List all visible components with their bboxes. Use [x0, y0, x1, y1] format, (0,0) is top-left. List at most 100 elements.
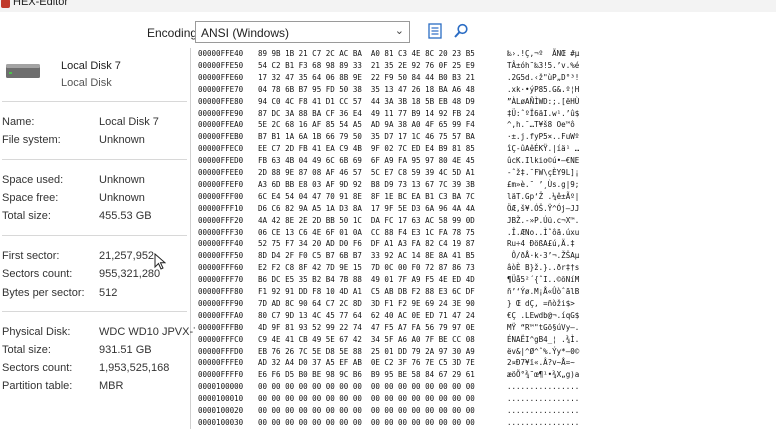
- title-bar: HEX-Editor: [0, 0, 776, 12]
- hex-ascii[interactable]: ‰›.!Ç,¬º ÃNŒ #µ: [507, 48, 579, 60]
- hex-offset: 00000FFF90: [198, 298, 244, 308]
- hex-offset: 00000FFFD0: [198, 346, 244, 356]
- hex-ascii[interactable]: MŸ “R™"tGõ§úVy—.: [507, 322, 579, 334]
- hex-ascii[interactable]: Ru÷4 ­ÐößΑ£ú‚Ä.‡: [507, 238, 575, 250]
- hex-ascii[interactable]: ”ÀLøAÑÌWD:;.[ëHÙ: [507, 96, 579, 108]
- hex-bytes[interactable]: 89 9B 1B 21 C7 2C AC BA A0 81 C3 4E 8C 2…: [258, 48, 475, 60]
- disk-info-panel: Local Disk 7 Local Disk Name: Local Disk…: [0, 48, 205, 429]
- hex-ascii[interactable]: ................: [507, 393, 579, 405]
- hex-ascii[interactable]: ................: [507, 405, 579, 417]
- hex-ascii[interactable]: ûcK.Ilkio©ú•—€NE: [507, 155, 579, 167]
- prop-value: 21,257,952: [99, 250, 155, 262]
- hex-bytes[interactable]: 00 00 00 00 00 00 00 00 00 00 00 00 00 0…: [258, 393, 475, 405]
- hex-bytes[interactable]: B6 DC E5 35 B2 B4 7B 88 49 01 7F A9 F5 4…: [258, 274, 475, 286]
- hex-ascii[interactable]: läT.Gp‘Ž .¼ê±Ãº|: [507, 191, 579, 203]
- prop-label: Space used:: [2, 174, 64, 186]
- hex-ascii[interactable]: ................: [507, 381, 579, 393]
- prop-physical-total-size: Total size: 931.51 GB: [2, 344, 192, 360]
- hex-bytes[interactable]: 2D 88 9E 87 08 AF 46 57 5C E7 C8 59 39 4…: [258, 167, 475, 179]
- hex-ascii[interactable]: .Î.ÆNo..Ìˆôã.úxu: [507, 227, 579, 239]
- hex-bytes[interactable]: E2 F2 C8 8F 42 7D 9E 15 7D 0C 00 F0 72 8…: [258, 262, 475, 274]
- hex-bytes[interactable]: 80 C7 9D 13 4C 45 77 64 62 40 AC 0E ED 7…: [258, 310, 475, 322]
- hex-bytes[interactable]: 00 00 00 00 00 00 00 00 00 00 00 00 00 0…: [258, 381, 475, 393]
- hex-bytes[interactable]: 52 75 F7 34 20 AD D0 F6 DF A1 A3 FA 82 C…: [258, 238, 475, 250]
- hex-ascii[interactable]: ¶Üå5²´{ˆI..©õNíM: [507, 274, 579, 286]
- disk-title: Local Disk 7: [61, 60, 121, 72]
- hex-offset: 00000FFF70: [198, 275, 244, 285]
- hex-view[interactable]: 00000FFE40 89 9B 1B 21 C7 2C AC BA A0 81 …: [195, 48, 776, 429]
- hex-bytes[interactable]: 04 78 6B B7 95 FD 50 38 35 13 47 26 18 B…: [258, 84, 475, 96]
- hex-bytes[interactable]: AD 32 A4 D0 37 A5 EF AB 0E C2 3F 76 7E C…: [258, 357, 475, 369]
- chevron-down-icon: ⌄: [394, 25, 404, 37]
- hex-bytes[interactable]: 7D AD 8C 90 64 C7 2C 8D 3D F1 F2 9E 69 2…: [258, 298, 475, 310]
- document-icon[interactable]: [426, 22, 444, 40]
- prop-label: Space free:: [2, 192, 59, 204]
- hex-offset: 00000FFF50: [198, 251, 244, 261]
- hex-ascii[interactable]: £m»è.¯ ’¸Ùs.g|9;: [507, 179, 579, 191]
- hex-ascii[interactable]: ­2¤Ð7¥ï«.Â?v~Å=~: [507, 357, 575, 369]
- hex-offset: 0000100020: [198, 406, 244, 415]
- hex-ascii[interactable]: .2G5d.‹ž"ùP„D°³!: [507, 72, 579, 84]
- hex-offset: 00000FFE60: [198, 72, 244, 82]
- hex-ascii[interactable]: JBŽ.-»P.Úü.c¬X™.: [507, 215, 579, 227]
- hex-bytes[interactable]: C9 4E 41 CB 49 5E 67 42 34 5F A6 A0 7F B…: [258, 334, 475, 346]
- hex-bytes[interactable]: A3 6D BB E8 03 AF 9D 92 B8 D9 73 13 67 7…: [258, 179, 475, 191]
- hex-offset: 00000FFE40: [198, 49, 244, 58]
- disk-subtitle: Local Disk: [61, 77, 112, 89]
- hex-bytes[interactable]: F1 92 91 DD F8 10 4D A1 C5 AB DB F2 88 E…: [258, 286, 475, 298]
- hex-ascii[interactable]: îÇ-ûAêÉKŸ.|íä¹ …: [507, 143, 579, 155]
- hex-bytes[interactable]: 4A 42 8E 2E 2D BB 50 1C DA FC 17 63 AC 5…: [258, 215, 475, 227]
- hex-ascii[interactable]: ^,h.¯…T¥­š8 Oe™ô: [507, 119, 575, 131]
- hex-ascii[interactable]: ëv&|^Ø^ˆ%.Ýy*—0©: [507, 346, 579, 358]
- hex-offset: 00000FFE90: [198, 108, 244, 118]
- hex-ascii[interactable]: ÉNAËI^gB4_¦ .¾Ì.: [507, 334, 579, 346]
- prop-value: 512: [99, 287, 118, 299]
- hex-bytes[interactable]: D6 C6 82 9A A5 1A D3 8A 17 9F 5E D3 6A 9…: [258, 203, 475, 215]
- hex-bytes[interactable]: 6C E4 54 04 47 70 91 8E 8F 1E BC EA B1 C…: [258, 191, 475, 203]
- prop-label: Partition table:: [2, 380, 73, 392]
- prop-label: Name:: [2, 116, 35, 128]
- hex-bytes[interactable]: 17 32 47 35 64 06 8B 9E 22 F9 50 84 44 B…: [258, 72, 475, 84]
- hex-bytes[interactable]: 8D D4 2F F0 C5 B7 6B B7 33 92 AC 14 8E 8…: [258, 250, 475, 262]
- prop-space-free: Space free: Unknown: [2, 192, 192, 208]
- encoding-label: Encoding: [147, 26, 198, 40]
- hex-ascii[interactable]: ÖÆ‚š¥.ÓŠ.Ÿ^Ój–JJ: [507, 203, 579, 215]
- hex-offset: 0000100030: [198, 417, 244, 427]
- hex-bytes[interactable]: 06 CE 13 C6 4E 6F 01 0A CC 88 F4 E3 1C F…: [258, 227, 475, 239]
- hex-offset: 00000FFFF0: [198, 370, 244, 380]
- hex-ascii[interactable]: TÂ±óh˜‰3!5.’v.%é: [507, 60, 579, 72]
- prop-label: Physical Disk:: [2, 326, 71, 338]
- prop-value: Local Disk 7: [99, 116, 159, 128]
- hex-bytes[interactable]: FB 63 4B 04 49 6C 6B 69 6F A9 FA 95 97 8…: [258, 155, 475, 167]
- encoding-select[interactable]: ANSI (Windows) ⌄: [195, 21, 410, 43]
- hex-ascii[interactable]: ‡Ü:ˆºÏ6äI.w¹.’û$: [507, 108, 579, 120]
- hex-offset: 0000100010: [198, 394, 244, 404]
- hex-ascii[interactable]: ................: [507, 417, 579, 429]
- hex-bytes[interactable]: 00 00 00 00 00 00 00 00 00 00 00 00 00 0…: [258, 417, 475, 429]
- hex-ascii[interactable]: €Ç .LEwdb@¬.íqG$: [507, 310, 579, 322]
- hex-ascii[interactable]: Ô/ðÅ·k·3’¬.ŽŠAµ: [507, 250, 580, 262]
- hex-ascii[interactable]: ñ’‘Ýø.M¡Å«ÛòˆãlB: [507, 286, 579, 298]
- hex-ascii[interactable]: æöÕ°¾˜œ¶¹•¾X„g)a: [507, 369, 579, 381]
- hex-ascii[interactable]: âòÈ B}ž.}..ðr‡†s: [507, 262, 579, 274]
- hex-ascii[interactable]: .xk·•ýP85.G&.º¦H: [507, 84, 579, 96]
- hex-bytes[interactable]: EB 76 26 7C 5E D8 5E 88 25 01 DD 79 2A 9…: [258, 346, 475, 358]
- hex-bytes[interactable]: 4D 9F 81 93 52 99 22 74 47 F5 A7 FA 56 7…: [258, 322, 475, 334]
- hex-bytes[interactable]: EE C7 2D FB 41 EA C9 4B 9F 02 7C ED E4 B…: [258, 143, 475, 155]
- hex-bytes[interactable]: E6 F6 D5 B0 BE 98 9C B6 B9 95 BE 58 84 6…: [258, 369, 475, 381]
- prop-value: 931.51 GB: [99, 344, 152, 356]
- hex-bytes[interactable]: 87 DC 3A 88 BA CF 36 E4 49 11 77 B9 14 9…: [258, 108, 475, 120]
- search-icon[interactable]: [452, 22, 470, 40]
- hex-bytes[interactable]: 54 C2 B1 F3 68 98 89 33 21 35 2E 92 76 0…: [258, 60, 475, 72]
- hex-ascii[interactable]: } Œ dÇ, =ñòži$>: [507, 298, 575, 310]
- hex-offset: 00000FFF60: [198, 263, 244, 273]
- hex-ascii[interactable]: -ˆž‡.¯FW\çÈY9L]¡: [507, 167, 579, 179]
- hex-offset: 00000FFF00: [198, 191, 244, 201]
- hex-offset: 0000100000: [198, 382, 244, 392]
- hex-ascii[interactable]: ·±.j.fyP5×..FuWº: [507, 131, 579, 143]
- hex-bytes[interactable]: 5E 2C 68 16 AF 85 54 A5 AD 9A 38 A0 4F 6…: [258, 119, 475, 131]
- prop-physical-disk: Physical Disk: WDC WD10 JPVX-75: [2, 326, 205, 342]
- hex-bytes[interactable]: 94 C0 4C F8 41 D1 CC 57 44 3A 3B 18 5B E…: [258, 96, 475, 108]
- hex-bytes[interactable]: 00 00 00 00 00 00 00 00 00 00 00 00 00 0…: [258, 405, 475, 417]
- hex-bytes[interactable]: B7 B1 1A 6A 1B 66 79 50 35 D7 17 1C 46 7…: [258, 131, 475, 143]
